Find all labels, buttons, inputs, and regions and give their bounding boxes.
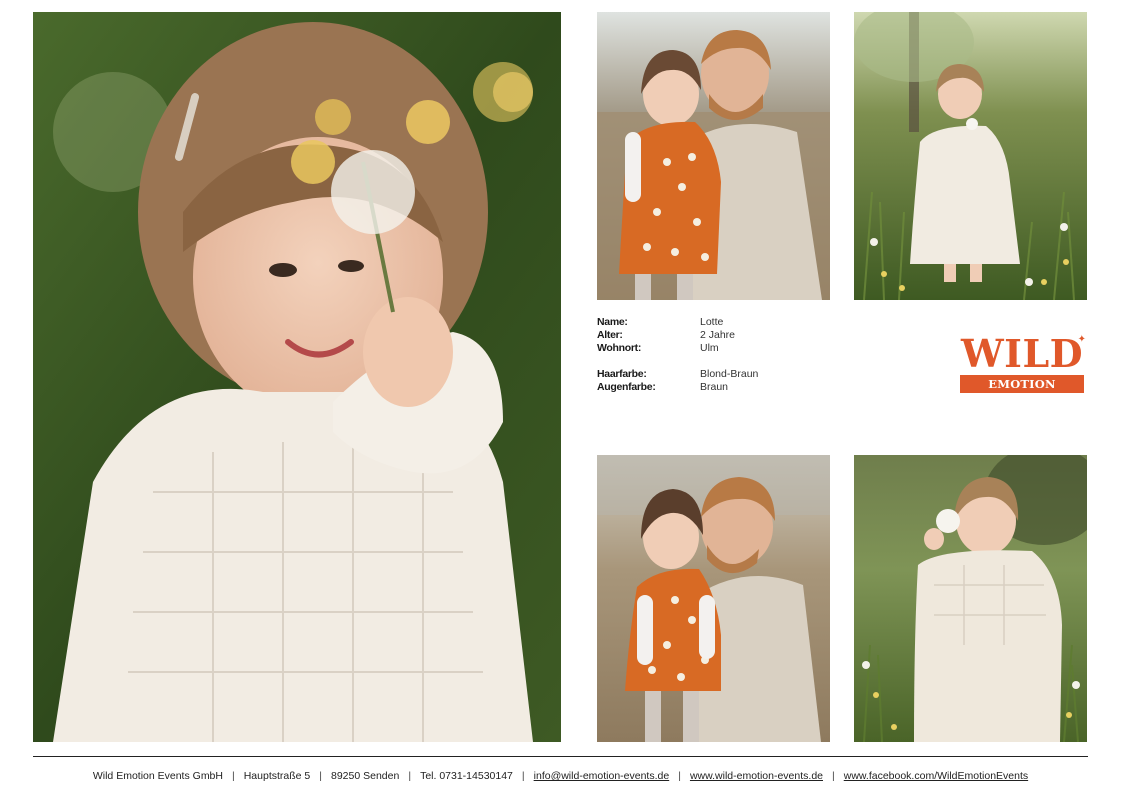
footer-separator: | <box>678 770 681 782</box>
name-label: Name: <box>597 316 628 328</box>
eye-label: Augenfarbe: <box>597 381 656 393</box>
logo-spark-icon: ✦ <box>1077 334 1086 345</box>
age-label: Alter: <box>597 329 623 341</box>
footer-contact: Wild Emotion Events GmbH | Hauptstraße 5 | 8… <box>33 770 1088 782</box>
profile-row-name: Name: Lotte <box>597 316 758 329</box>
footer-separator: | <box>832 770 835 782</box>
footer-city: 89250 Senden <box>331 770 400 782</box>
footer-separator: | <box>408 770 412 782</box>
profile-row-hair: Haarfarbe: Blond-Braun <box>597 368 758 381</box>
footer-website-link[interactable]: www.wild-emotion-events.de <box>690 770 823 782</box>
footer-divider <box>33 756 1088 757</box>
footer-separator: | <box>521 770 525 782</box>
footer-email-link[interactable]: info@wild-emotion-events.de <box>534 770 670 782</box>
photo-child-dandelion <box>854 455 1087 742</box>
footer-separator: | <box>319 770 322 782</box>
footer-company: Wild Emotion Events GmbH <box>92 770 223 782</box>
profile-row-eyes: Augenfarbe: Braun <box>597 381 758 394</box>
age-value: 2 Jahre <box>700 329 736 341</box>
logo-tagline: EMOTION EVENTS <box>960 375 1084 409</box>
name-value: Lotte <box>700 316 724 328</box>
footer-separator: | <box>231 770 235 782</box>
photo-child-meadow-standing <box>854 12 1087 300</box>
footer-street: Hauptstraße 5 <box>243 770 311 782</box>
profile-row-age: Alter: 2 Jahre <box>597 329 758 342</box>
main-photo-child-with-flowers <box>33 12 561 742</box>
profile-row-residence: Wohnort: Ulm <box>597 342 758 355</box>
photo-father-daughter-hug <box>597 12 830 300</box>
footer-phone: Tel. 0731-14530147 <box>420 770 513 782</box>
photo-father-daughter-laughing <box>597 455 830 742</box>
residence-value: Ulm <box>700 342 719 354</box>
hair-value: Blond-Braun <box>700 368 759 380</box>
profile-info: Name: Lotte Alter: 2 Jahre Wohnort: Ulm … <box>597 316 758 394</box>
footer-facebook-link[interactable]: www.facebook.com/WildEmotionEvents <box>844 770 1028 782</box>
eye-value: Braun <box>700 381 729 393</box>
hair-label: Haarfarbe: <box>597 368 647 380</box>
residence-label: Wohnort: <box>597 342 642 354</box>
logo-word: WILD <box>961 331 1084 376</box>
wild-emotion-events-logo: WILD ✦ EMOTION EVENTS <box>958 331 1088 409</box>
